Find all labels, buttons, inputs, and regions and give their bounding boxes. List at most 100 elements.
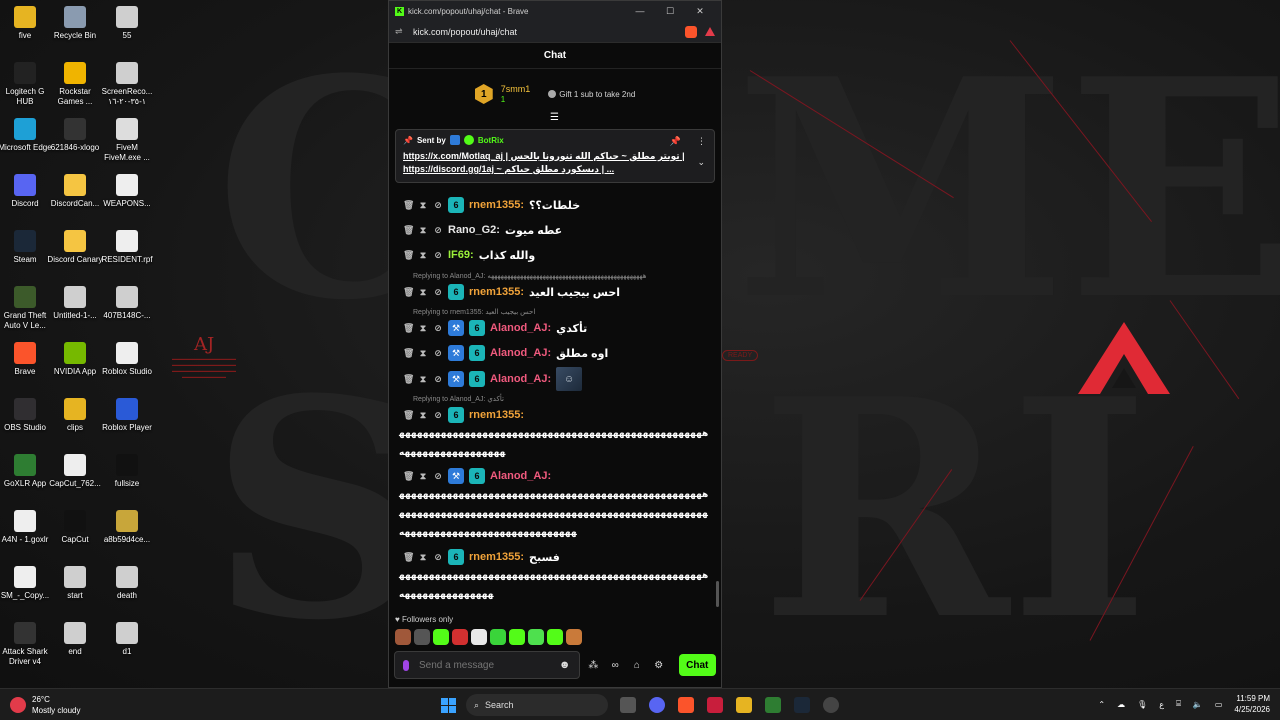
ban-icon[interactable]: ⊘ — [433, 323, 443, 334]
username[interactable]: rnem1355: — [469, 551, 524, 563]
ban-icon[interactable]: ⊘ — [433, 410, 443, 421]
maximize-button[interactable]: ☐ — [655, 6, 685, 17]
desktop-icon[interactable]: 621846-xlogo — [47, 118, 103, 153]
volume-icon[interactable]: 🔈 — [1193, 700, 1203, 709]
desktop-icon[interactable]: CapCut_762... — [47, 454, 103, 489]
clock[interactable]: 11:59 PM 4/25/2026 — [1234, 693, 1270, 715]
desktop-icon[interactable]: RESIDENT.rpf — [99, 230, 155, 265]
desktop-icon[interactable]: Recycle Bin — [47, 6, 103, 41]
delete-icon[interactable]: 🗑 — [403, 374, 414, 385]
message-input[interactable] — [419, 659, 559, 671]
ban-icon[interactable]: ⊘ — [433, 200, 443, 211]
desktop-icon[interactable]: Brave — [0, 342, 53, 377]
reply-context[interactable]: Replying to rnem1355: احس بيجيب العيد — [403, 307, 709, 319]
reply-context[interactable]: Replying to Alanod_AJ: ههههههههههههههههه… — [403, 271, 709, 283]
timeout-icon[interactable]: ⧗ — [418, 323, 428, 334]
desktop-icon[interactable]: A4N - 1.goxlr — [0, 510, 53, 545]
delete-icon[interactable]: 🗑 — [403, 348, 414, 359]
top-gifter-name[interactable]: 7smm1 — [501, 84, 531, 95]
infinity-icon[interactable]: ∞ — [607, 660, 623, 671]
emote-icon[interactable] — [452, 629, 468, 645]
weather-widget[interactable]: 26°C Mostly cloudy — [10, 694, 80, 716]
desktop-icon[interactable]: d1 — [99, 622, 155, 657]
steam-taskbar-icon[interactable] — [794, 697, 810, 713]
bot-name[interactable]: BotRix — [478, 136, 504, 145]
timeout-icon[interactable]: ⧗ — [418, 410, 428, 421]
timeout-icon[interactable]: ⧗ — [418, 374, 428, 385]
desktop-icon[interactable]: five — [0, 6, 53, 41]
timeout-icon[interactable]: ⧗ — [418, 552, 428, 563]
store-icon[interactable]: ⌂ — [629, 660, 645, 671]
timeout-icon[interactable]: ⧗ — [418, 287, 428, 298]
ban-icon[interactable]: ⊘ — [433, 250, 443, 261]
delete-icon[interactable]: 🗑 — [403, 410, 414, 421]
desktop-icon[interactable]: Discord Canary — [47, 230, 103, 265]
desktop-icon[interactable]: ScreenReco... ١-٣٥-٢٠-١٦ — [99, 62, 155, 107]
username[interactable]: Rano_G2: — [448, 224, 500, 236]
taskbar-search[interactable]: ⌕ Search — [466, 694, 608, 716]
network-icon[interactable]: ⌸ — [1176, 699, 1181, 709]
timeout-icon[interactable]: ⧗ — [418, 200, 428, 211]
unpin-icon[interactable]: 📌 — [670, 136, 681, 147]
ban-icon[interactable]: ⊘ — [433, 374, 443, 385]
ban-icon[interactable]: ⊘ — [433, 225, 443, 236]
desktop-icon[interactable]: SM_-_Copy... — [0, 566, 53, 601]
username[interactable]: rnem1355: — [469, 199, 524, 211]
pinned-link-2[interactable]: https://discord.gg/1aj ~ ديسكورد مطلق حي… — [403, 163, 707, 176]
desktop-icon[interactable]: Steam — [0, 230, 53, 265]
desktop-icon[interactable]: FiveM FiveM.exe ... — [99, 118, 155, 163]
desktop-icon[interactable]: end — [47, 622, 103, 657]
goxlr-taskbar-icon[interactable] — [765, 697, 781, 713]
username[interactable]: Alanod_AJ: — [490, 322, 551, 334]
desktop-icon[interactable]: death — [99, 566, 155, 601]
emoji-picker-icon[interactable]: ☻ — [559, 659, 571, 671]
delete-icon[interactable]: 🗑 — [403, 552, 414, 563]
brave-shields-icon[interactable] — [685, 25, 697, 38]
emote-icon[interactable] — [490, 629, 506, 645]
desktop-icon[interactable]: GoXLR App — [0, 454, 53, 489]
delete-icon[interactable]: 🗑 — [403, 200, 414, 211]
emote-icon[interactable] — [566, 629, 582, 645]
start-button[interactable] — [441, 698, 456, 713]
delete-icon[interactable]: 🗑 — [403, 323, 414, 334]
desktop-icon[interactable]: Discord — [0, 174, 53, 209]
timeout-icon[interactable]: ⧗ — [418, 225, 428, 236]
desktop-icon[interactable]: NVIDIA App — [47, 342, 103, 377]
desktop-icon[interactable]: Roblox Studio — [99, 342, 155, 377]
username[interactable]: rnem1355: — [469, 286, 524, 298]
desktop-icon[interactable]: a8b59d4ce... — [99, 510, 155, 545]
desktop-icon[interactable]: CapCut — [47, 510, 103, 545]
desktop-icon[interactable]: 407B148C-... — [99, 286, 155, 321]
desktop-icon[interactable]: OBS Studio — [0, 398, 53, 433]
desktop-icon[interactable]: Grand Theft Auto V Le... — [0, 286, 53, 331]
chevron-down-icon[interactable]: ⌄ — [697, 157, 705, 168]
emote-icon[interactable] — [395, 629, 411, 645]
brave-rewards-icon[interactable] — [705, 27, 715, 36]
desktop-icon[interactable]: DiscordCan... — [47, 174, 103, 209]
emote-icon[interactable] — [433, 629, 449, 645]
username[interactable]: IF69: — [448, 249, 474, 261]
emote-icon[interactable] — [509, 629, 525, 645]
desktop-icon[interactable]: Microsoft Edge — [0, 118, 53, 153]
gift-cta[interactable]: Gift 1 sub to take 2nd — [548, 90, 635, 99]
input-language[interactable]: ع — [1159, 700, 1164, 709]
microphone-tray-icon[interactable]: 🎙 — [1137, 700, 1147, 709]
username[interactable]: Alanod_AJ: — [490, 470, 551, 482]
delete-icon[interactable]: 🗑 — [403, 225, 414, 236]
cloud-icon[interactable]: ☁ — [1117, 700, 1125, 709]
ban-icon[interactable]: ⊘ — [433, 348, 443, 359]
desktop-icon[interactable]: 55 — [99, 6, 155, 41]
timeout-icon[interactable]: ⧗ — [418, 250, 428, 261]
settings-taskbar-icon[interactable] — [823, 697, 839, 713]
close-button[interactable]: ✕ — [685, 6, 715, 17]
desktop-icon[interactable]: Logitech G HUB — [0, 62, 53, 107]
username[interactable]: Alanod_AJ: — [490, 373, 551, 385]
filter-icon[interactable]: ☰ — [550, 112, 559, 123]
apex-taskbar-icon[interactable] — [707, 697, 723, 713]
discord-taskbar-icon[interactable] — [649, 697, 665, 713]
desktop-icon[interactable]: clips — [47, 398, 103, 433]
desktop-icon[interactable]: Roblox Player — [99, 398, 155, 433]
chevron-up-icon[interactable]: ⌃ — [1098, 700, 1105, 709]
delete-icon[interactable]: 🗑 — [403, 471, 414, 482]
desktop-icon[interactable]: Rockstar Games ... — [47, 62, 103, 107]
